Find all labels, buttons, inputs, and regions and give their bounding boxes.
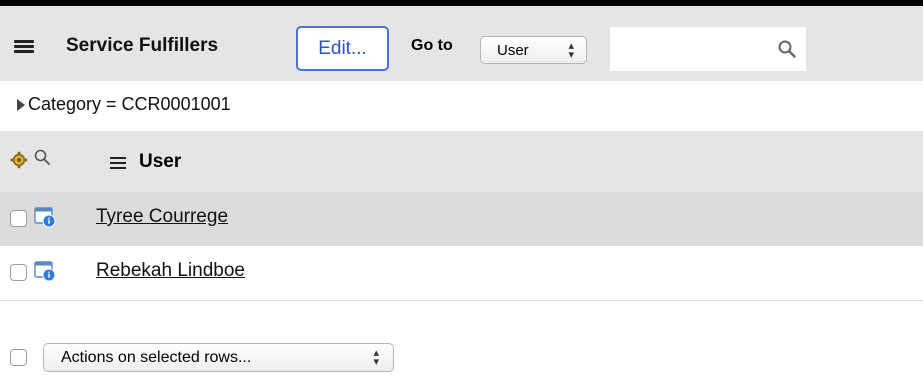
user-link[interactable]: Rebekah Lindboe <box>96 260 245 282</box>
actions-select[interactable]: Actions on selected rows... ▴ ▾ <box>43 343 394 372</box>
record-preview-icon[interactable] <box>34 206 56 228</box>
table-row: Tyree Courrege <box>0 192 923 246</box>
list-title: Service Fulfillers <box>66 35 219 56</box>
column-search-icon[interactable] <box>34 149 50 165</box>
select-arrows-icon: ▴ ▾ <box>568 40 574 61</box>
list-header: Service Fulfillers Edit... Go to User ▴ ▾ <box>0 6 923 81</box>
gear-icon[interactable] <box>10 151 28 169</box>
search-icon[interactable] <box>778 40 796 58</box>
column-title-user[interactable]: User <box>139 151 181 173</box>
table-column-header: User <box>0 131 923 192</box>
goto-label: Go to <box>411 37 453 54</box>
record-preview-icon[interactable] <box>34 260 56 282</box>
goto-field-select[interactable]: User ▴ ▾ <box>480 36 587 64</box>
user-link[interactable]: Tyree Courrege <box>96 206 228 228</box>
column-menu-icon[interactable] <box>110 157 126 169</box>
goto-selected-value: User <box>497 42 529 59</box>
filter-condition[interactable]: Category = CCR0001001 <box>28 94 231 115</box>
row-checkbox[interactable] <box>10 264 27 281</box>
select-all-checkbox[interactable] <box>10 349 27 366</box>
select-arrows-icon: ▴ ▾ <box>373 347 379 368</box>
table-row: Rebekah Lindboe <box>0 246 923 301</box>
actions-select-label: Actions on selected rows... <box>61 349 252 366</box>
edit-button[interactable]: Edit... <box>296 26 389 71</box>
filter-breadcrumb: Category = CCR0001001 <box>0 81 923 131</box>
list-menu-icon[interactable] <box>14 40 34 54</box>
disclosure-triangle-icon[interactable] <box>17 99 25 111</box>
row-checkbox[interactable] <box>10 210 27 227</box>
search-input[interactable] <box>610 27 806 71</box>
